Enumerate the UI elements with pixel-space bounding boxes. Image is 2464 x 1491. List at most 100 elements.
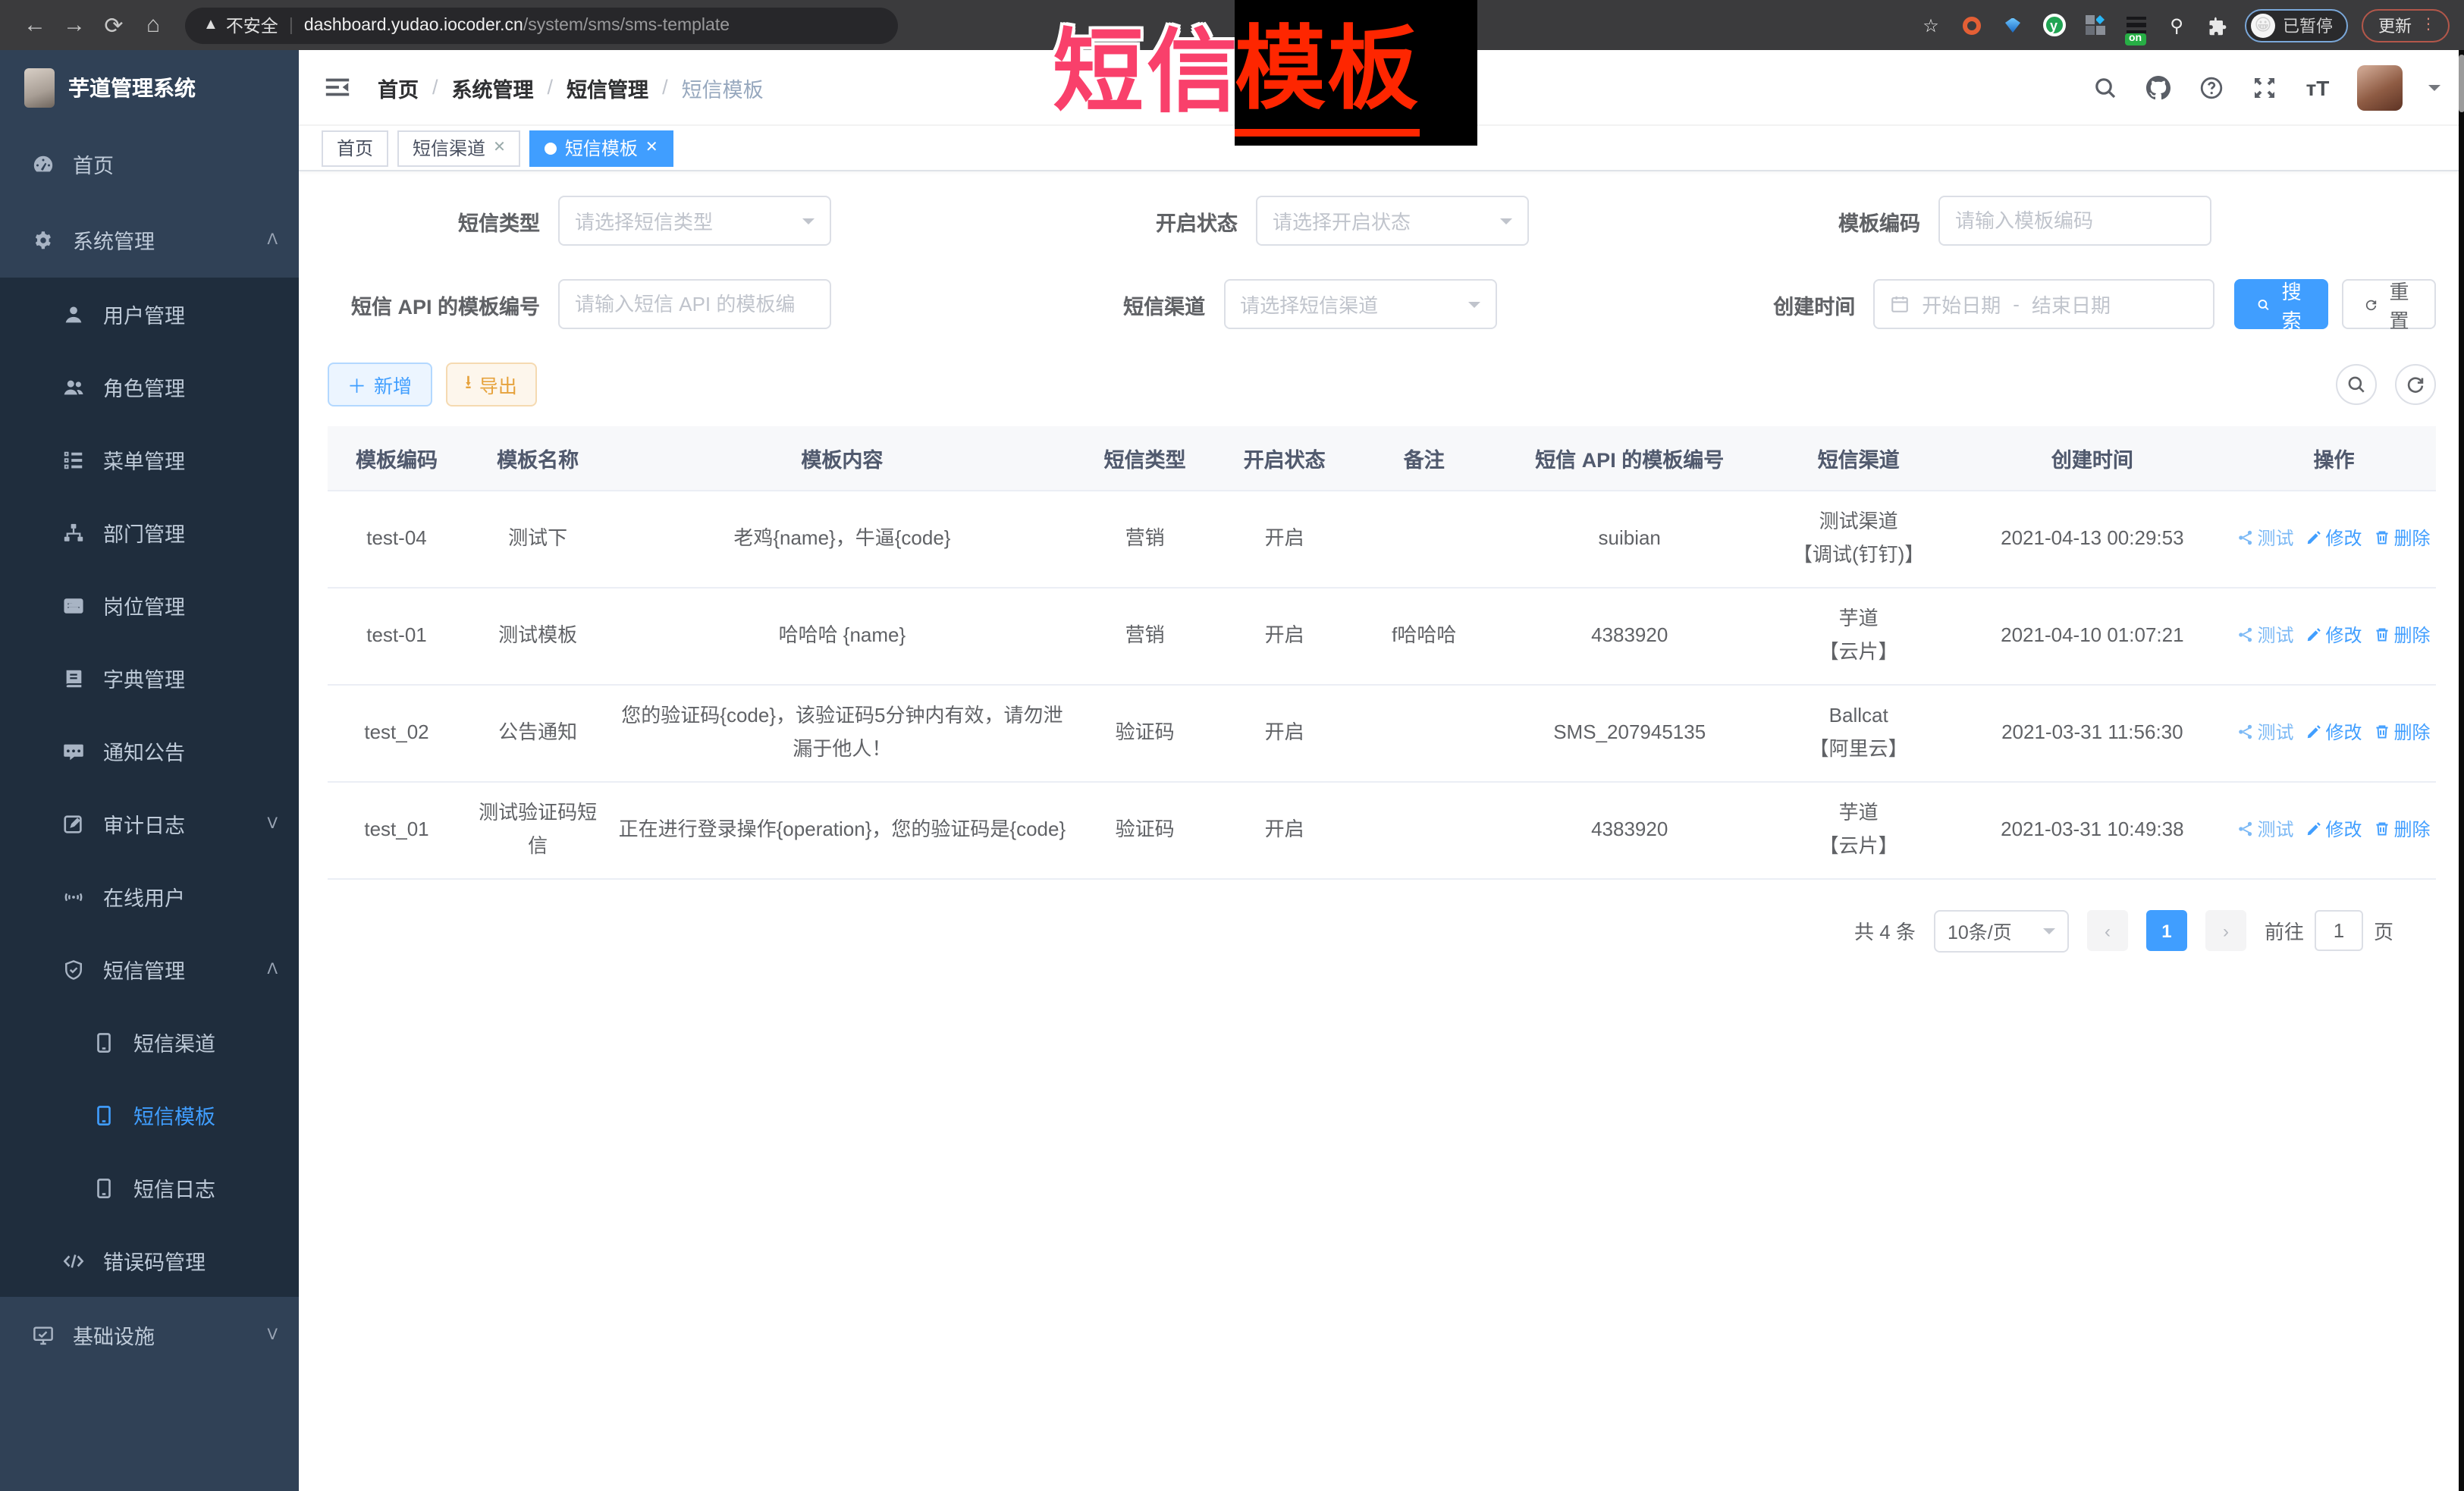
status-select[interactable]: 请选择开启状态 xyxy=(1256,196,1529,246)
delete-link[interactable]: 删除 xyxy=(2375,523,2431,554)
sidebar-item-label: 短信渠道 xyxy=(133,1027,215,1057)
sidebar-item-label: 短信管理 xyxy=(103,954,185,984)
edit-link[interactable]: 修改 xyxy=(2305,620,2362,651)
page-number-1[interactable]: 1 xyxy=(2146,910,2187,951)
reset-button[interactable]: 重置 xyxy=(2342,279,2436,329)
goto-page-input[interactable] xyxy=(2315,910,2363,951)
extension-list-on-icon[interactable]: on xyxy=(2122,11,2149,39)
sidebar-item-home[interactable]: 首页 xyxy=(0,126,299,202)
tab-sms-template[interactable]: 短信模板 ✕ xyxy=(530,130,673,166)
edit-link[interactable]: 修改 xyxy=(2305,717,2362,749)
fullscreen-icon[interactable] xyxy=(2251,74,2278,101)
page-content: 短信类型 请选择短信类型 开启状态 请选择开启状态 xyxy=(299,171,2464,952)
template-code-input[interactable] xyxy=(1955,209,2195,232)
close-icon[interactable]: ✕ xyxy=(493,140,506,156)
user-avatar[interactable] xyxy=(2357,64,2403,110)
next-page-button[interactable]: › xyxy=(2205,910,2246,951)
edit-link[interactable]: 修改 xyxy=(2305,815,2362,846)
sidebar-item-sms-management[interactable]: 短信管理 ᐱ xyxy=(0,933,299,1006)
sidebar-item-post-management[interactable]: 岗位管理 xyxy=(0,569,299,642)
add-button[interactable]: ＋ 新增 xyxy=(328,363,432,406)
filter-sms-type: 短信类型 请选择短信类型 xyxy=(328,196,831,246)
browser-profile-chip[interactable]: 😀 已暂停 xyxy=(2245,8,2348,42)
sidebar-item-dept-management[interactable]: 部门管理 xyxy=(0,496,299,569)
sidebar-item-sms-channel[interactable]: 短信渠道 xyxy=(0,1006,299,1078)
address-bar[interactable]: ▲ 不安全 | dashboard.yudao.iocoder.cn/syste… xyxy=(185,7,898,43)
chevron-down-icon xyxy=(802,218,815,230)
security-label[interactable]: 不安全 xyxy=(226,13,278,37)
extensions-puzzle-icon[interactable] xyxy=(2204,11,2231,39)
breadcrumb-system[interactable]: 系统管理 xyxy=(452,72,534,102)
sidebar-item-menu-management[interactable]: 菜单管理 xyxy=(0,423,299,496)
extension-orange-ring-icon[interactable] xyxy=(1958,11,1985,39)
cell-name: 公告通知 xyxy=(466,684,610,781)
sidebar-item-label: 部门管理 xyxy=(103,517,185,548)
browser-forward-button[interactable]: → xyxy=(55,5,94,45)
reset-button-label: 重置 xyxy=(2385,275,2413,333)
breadcrumb-separator: / xyxy=(548,76,554,99)
extension-magnifier-icon[interactable]: ⚲ xyxy=(2163,11,2190,39)
browser-back-button[interactable]: ← xyxy=(15,5,55,45)
extension-blue-gem-icon[interactable] xyxy=(1999,11,2026,39)
sidebar-item-sms-log[interactable]: 短信日志 xyxy=(0,1151,299,1224)
test-link[interactable]: 测试 xyxy=(2237,717,2293,749)
browser-reload-button[interactable]: ⟳ xyxy=(94,5,133,45)
refresh-icon xyxy=(2365,295,2378,313)
tab-sms-channel[interactable]: 短信渠道 ✕ xyxy=(397,130,521,166)
page-size-select[interactable]: 10条/页 xyxy=(1934,909,2069,952)
browser-home-button[interactable]: ⌂ xyxy=(133,5,173,45)
goto-label: 前往 xyxy=(2265,916,2304,945)
browser-menu-icon[interactable]: ⋮ xyxy=(2421,17,2437,33)
edit-link[interactable]: 修改 xyxy=(2305,523,2362,554)
sidebar-item-error-code[interactable]: 错误码管理 xyxy=(0,1224,299,1297)
delete-link[interactable]: 删除 xyxy=(2375,620,2431,651)
prev-page-button[interactable]: ‹ xyxy=(2087,910,2128,951)
delete-link[interactable]: 删除 xyxy=(2375,717,2431,749)
sidebar-item-infrastructure[interactable]: 基础设施 ᐯ xyxy=(0,1297,299,1373)
sidebar-item-user-management[interactable]: 用户管理 xyxy=(0,278,299,350)
tab-home[interactable]: 首页 xyxy=(322,130,388,166)
test-link[interactable]: 测试 xyxy=(2237,523,2293,554)
font-size-icon[interactable]: ᴛT xyxy=(2304,74,2331,101)
bookmark-star-icon[interactable]: ☆ xyxy=(1917,11,1945,39)
breadcrumb-sms[interactable]: 短信管理 xyxy=(567,72,648,102)
trash-icon xyxy=(2375,530,2391,547)
toggle-search-button[interactable] xyxy=(2336,364,2377,405)
scrollbar-thumb[interactable] xyxy=(2458,55,2464,112)
sidebar-item-role-management[interactable]: 角色管理 xyxy=(0,350,299,423)
date-range-picker[interactable]: 开始日期 - 结束日期 xyxy=(1873,279,2214,329)
close-icon[interactable]: ✕ xyxy=(645,140,658,156)
breadcrumb-home[interactable]: 首页 xyxy=(378,72,419,102)
github-icon[interactable] xyxy=(2145,74,2172,101)
refresh-table-button[interactable] xyxy=(2395,364,2436,405)
delete-link[interactable]: 删除 xyxy=(2375,815,2431,846)
test-link[interactable]: 测试 xyxy=(2237,620,2293,651)
api-template-input[interactable] xyxy=(575,293,815,315)
sidebar-item-dict-management[interactable]: 字典管理 xyxy=(0,642,299,714)
help-icon[interactable] xyxy=(2198,74,2225,101)
window-scrollbar[interactable] xyxy=(2458,50,2464,1491)
extension-grid-icon[interactable] xyxy=(2081,11,2108,39)
channel-select[interactable]: 请选择短信渠道 xyxy=(1223,279,1496,329)
export-button[interactable]: ⭳ 导出 xyxy=(445,363,537,406)
search-button[interactable]: 搜索 xyxy=(2234,279,2328,329)
sidebar-item-sms-template[interactable]: 短信模板 xyxy=(0,1078,299,1151)
browser-update-button[interactable]: 更新 ⋮ xyxy=(2362,8,2450,42)
sms-type-select[interactable]: 请选择短信类型 xyxy=(558,196,831,246)
extension-green-y-icon[interactable]: y xyxy=(2040,11,2067,39)
app-logo[interactable]: 芋道管理系统 xyxy=(0,50,299,126)
search-icon[interactable] xyxy=(2092,74,2119,101)
cell-type: 营销 xyxy=(1075,490,1216,587)
sidebar-item-audit-log[interactable]: 审计日志 ᐯ xyxy=(0,787,299,860)
sidebar-item-system-management[interactable]: 系统管理 ᐱ xyxy=(0,202,299,278)
cell-name: 测试模板 xyxy=(466,587,610,684)
sidebar-item-online-users[interactable]: 在线用户 xyxy=(0,860,299,933)
test-link[interactable]: 测试 xyxy=(2237,815,2293,846)
system-submenu: 用户管理 角色管理 菜单管理 部门管理 岗位管理 xyxy=(0,278,299,1297)
sidebar-item-notice[interactable]: 通知公告 xyxy=(0,714,299,787)
shield-check-icon xyxy=(61,957,85,981)
avatar-dropdown-caret-icon[interactable] xyxy=(2428,84,2440,96)
sidebar-collapse-icon[interactable] xyxy=(323,72,353,102)
api-template-input-wrap xyxy=(558,279,831,329)
sidebar-item-label: 短信日志 xyxy=(133,1172,215,1203)
